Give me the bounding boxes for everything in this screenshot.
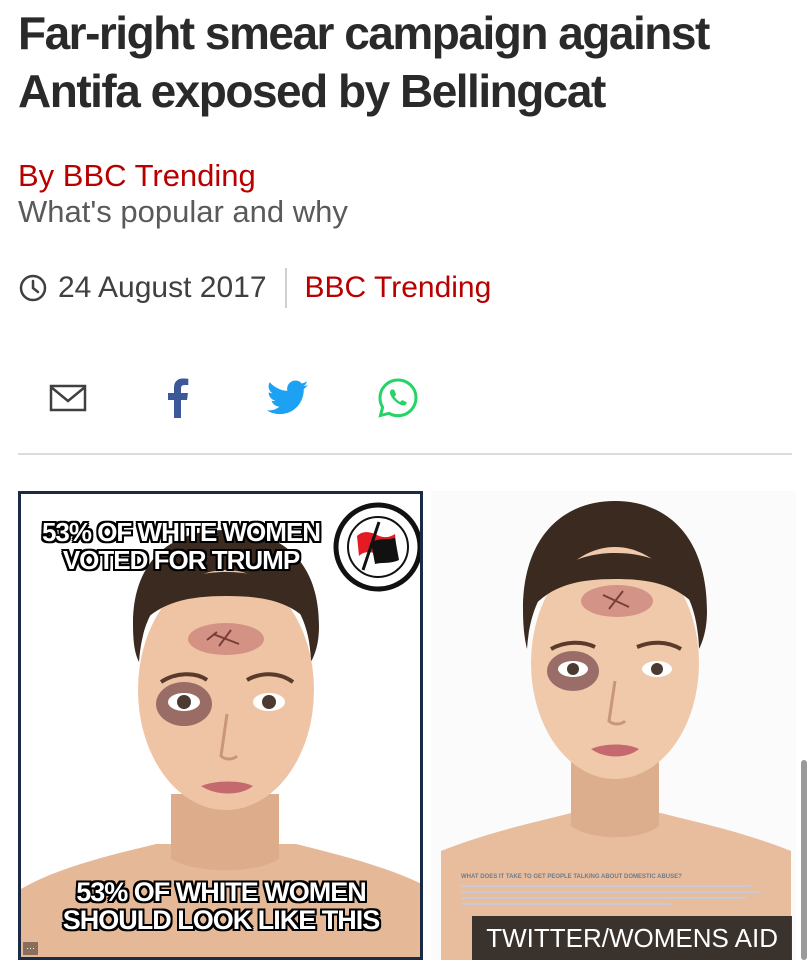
article-meta: 24 August 2017 BBC Trending [18, 266, 491, 310]
byline-tagline: What's popular and why [18, 194, 348, 229]
meme-top-caption: 53% of white women voted for Trump [41, 517, 321, 575]
clock-icon [19, 274, 47, 302]
meme-bottom-caption: 53% of white women should look like this [62, 877, 381, 935]
antifa-flag-logo [333, 502, 420, 592]
imgflip-watermark-icon: ⋯ [23, 942, 38, 955]
share-whatsapp-button[interactable] [370, 370, 426, 426]
byline-author[interactable]: By BBC Trending [18, 158, 256, 194]
meme-image-panel: 53% of white women voted for Trump 53% o… [18, 491, 423, 960]
article-headline: Far-right smear campaign against Antifa … [18, 7, 710, 117]
meta-divider [284, 268, 287, 308]
share-facebook-button[interactable] [150, 370, 206, 426]
share-email-button[interactable] [40, 370, 96, 426]
share-bar [18, 370, 480, 426]
article-hero-image: 53% of white women voted for Trump 53% o… [18, 491, 796, 960]
image-credit: TWITTER/WOMENS AID [472, 916, 792, 960]
original-ad-panel: WHAT DOES IT TAKE TO GET PEOPLE TALKING … [431, 491, 796, 960]
section-divider [18, 453, 792, 455]
email-icon [49, 384, 87, 412]
topic-link[interactable]: BBC Trending [305, 271, 492, 305]
scrollbar[interactable] [801, 760, 807, 960]
publish-date: 24 August 2017 [58, 271, 267, 304]
ad-caption-text: WHAT DOES IT TAKE TO GET PEOPLE TALKING … [461, 874, 682, 880]
whatsapp-icon [378, 378, 418, 418]
facebook-icon [168, 378, 189, 418]
share-twitter-button[interactable] [260, 370, 316, 426]
ad-fine-print [461, 885, 761, 909]
twitter-icon [267, 380, 309, 415]
